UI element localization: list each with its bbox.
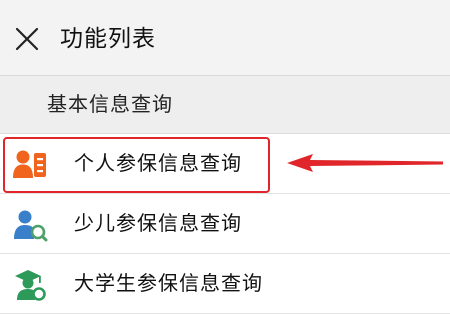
top-bar: 功能列表: [0, 0, 450, 76]
section-title: 基本信息查询: [47, 92, 173, 116]
list-item-child-insurance-query[interactable]: 少儿参保信息查询: [0, 194, 450, 254]
list-item-label: 大学生参保信息查询: [74, 271, 263, 295]
graduate-search-icon: [15, 270, 46, 301]
close-icon[interactable]: [14, 26, 40, 52]
list-item-label: 少儿参保信息查询: [74, 211, 242, 235]
personal-card-icon: [13, 150, 46, 178]
list-item-label: 个人参保信息查询: [74, 151, 242, 175]
page-title: 功能列表: [60, 26, 156, 52]
list-item-student-insurance-query[interactable]: 大学生参保信息查询: [0, 254, 450, 314]
child-search-icon: [14, 210, 48, 242]
section-header: 基本信息查询: [0, 76, 450, 134]
list-item-personal-insurance-query[interactable]: 个人参保信息查询: [0, 134, 450, 194]
